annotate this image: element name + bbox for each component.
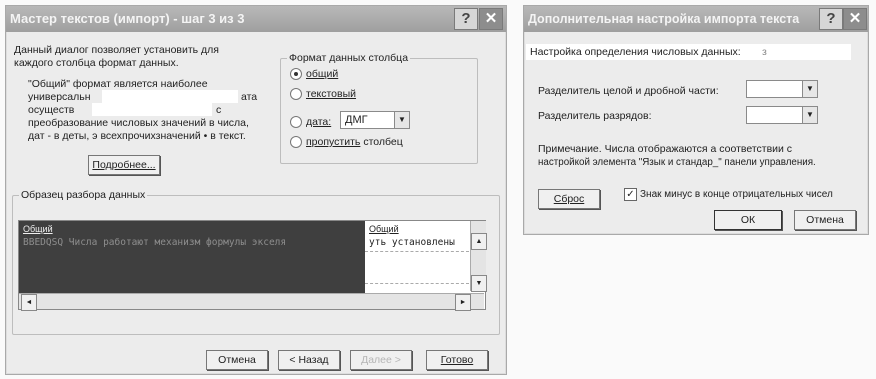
trailing-minus-label[interactable]: Знак минус в конце отрицательных чисел (640, 189, 833, 201)
radio-general[interactable] (290, 68, 302, 80)
description-line2-end: ата (241, 91, 258, 103)
trailing-minus-checkbox[interactable]: ✓ (624, 188, 637, 201)
description-line1: "Общий" формат является наиболее (28, 78, 208, 90)
advanced-title: Дополнительная настройка импорта текста (528, 12, 800, 26)
advanced-cancel-button[interactable]: Отмена (794, 210, 856, 230)
note-line2: настройкой элемента "Язык и стандар_" па… (538, 157, 816, 168)
scroll-right-icon[interactable]: ► (455, 294, 471, 311)
radio-skip[interactable] (290, 136, 302, 148)
date-format-select[interactable]: ДМГ ▼ (340, 111, 410, 129)
text-import-wizard-dialog: Мастер текстов (импорт) - шаг 3 из 3 ? ✕… (5, 5, 507, 375)
chevron-down-icon[interactable]: ▼ (802, 107, 817, 123)
chevron-down-icon[interactable]: ▼ (802, 81, 817, 97)
decimal-separator-select[interactable]: ▼ (746, 80, 818, 98)
description-line2-start: универсальн (28, 91, 91, 103)
date-format-value: ДМГ (345, 114, 368, 126)
back-button[interactable]: < Назад (278, 350, 340, 370)
advanced-title-bar[interactable]: Дополнительная настройка импорта текста (524, 6, 868, 32)
finish-button-label: Готово (440, 354, 474, 366)
scroll-left-icon[interactable]: ◄ (21, 294, 37, 311)
scroll-up-icon[interactable]: ▲ (471, 233, 487, 250)
help-icon[interactable]: ? (819, 8, 843, 30)
chevron-down-icon[interactable]: ▼ (394, 112, 409, 128)
column-format-title: Формат данных столбца (287, 52, 411, 64)
note-line1: Примечание. Числа отображаются а соответ… (538, 143, 793, 155)
radio-skip-label[interactable]: пропустить столбец (306, 136, 403, 148)
radio-text[interactable] (290, 88, 302, 100)
reset-button-label: Сброс (553, 193, 585, 205)
description-line5: дат - в деты, э всехпрочихзначений • в т… (28, 130, 246, 142)
thousands-separator-select[interactable]: ▼ (746, 106, 818, 124)
next-button[interactable]: Далее > (350, 350, 412, 370)
advanced-import-settings-dialog: Дополнительная настройка импорта текста … (523, 5, 869, 235)
cell-row1-col2: уть установлены (369, 237, 455, 248)
column-header-2[interactable]: Общий (369, 223, 399, 235)
close-icon[interactable]: ✕ (843, 8, 867, 30)
decimal-separator-label: Разделитель целой и дробной части: (538, 85, 719, 97)
vertical-scrollbar[interactable]: ▲ ▼ (470, 221, 487, 292)
redacted-area (102, 90, 238, 103)
cancel-button[interactable]: Отмена (206, 350, 268, 370)
data-preview-grid[interactable]: Общий Общий BBEDQSQ Числа работают механ… (18, 220, 487, 311)
radio-date-label[interactable]: дата: (306, 116, 331, 128)
row-divider (365, 251, 469, 252)
radio-skip-label-text: пропустить (306, 136, 361, 148)
radio-skip-label-tail: столбец (363, 136, 403, 148)
numeric-settings-label: Настройка определения числовых данных: (530, 46, 741, 58)
scroll-down-icon[interactable]: ▼ (471, 275, 487, 292)
reset-button[interactable]: Сброс (538, 189, 600, 209)
close-icon[interactable]: ✕ (479, 8, 503, 30)
thousands-separator-label: Разделитель разрядов: (538, 110, 652, 122)
numeric-settings-tail: з (762, 46, 767, 58)
cell-row1-col1: BBEDQSQ Числа работают механизм формулы … (23, 237, 287, 248)
description-line4: преобразование числовых значений в числа… (28, 117, 249, 129)
more-details-button[interactable]: Подробнее... (88, 155, 160, 175)
radio-date[interactable] (290, 116, 302, 128)
help-icon[interactable]: ? (454, 8, 478, 30)
intro-text-line1: Данный диалог позволяет установить для (14, 44, 219, 56)
description-line3-end: с (216, 104, 222, 116)
ok-button[interactable]: ОК (714, 210, 782, 230)
radio-general-label[interactable]: общий (306, 68, 338, 80)
back-button-label: < Назад (289, 354, 329, 366)
radio-text-label[interactable]: текстовый (306, 88, 356, 100)
intro-text-line2: каждого столбца формат данных. (14, 57, 179, 69)
data-preview-title: Образец разбора данных (19, 189, 148, 201)
finish-button[interactable]: Готово (426, 350, 488, 370)
wizard-title: Мастер текстов (импорт) - шаг 3 из 3 (10, 11, 245, 26)
wizard-title-bar[interactable]: Мастер текстов (импорт) - шаг 3 из 3 (6, 6, 506, 32)
horizontal-scrollbar[interactable]: ◄ ► (19, 293, 484, 311)
row-divider (365, 283, 469, 284)
redacted-area (92, 103, 212, 116)
description-line3-start: осуществ (28, 104, 75, 116)
column-header-1[interactable]: Общий (23, 223, 53, 235)
more-details-label: Подробнее... (92, 159, 156, 171)
